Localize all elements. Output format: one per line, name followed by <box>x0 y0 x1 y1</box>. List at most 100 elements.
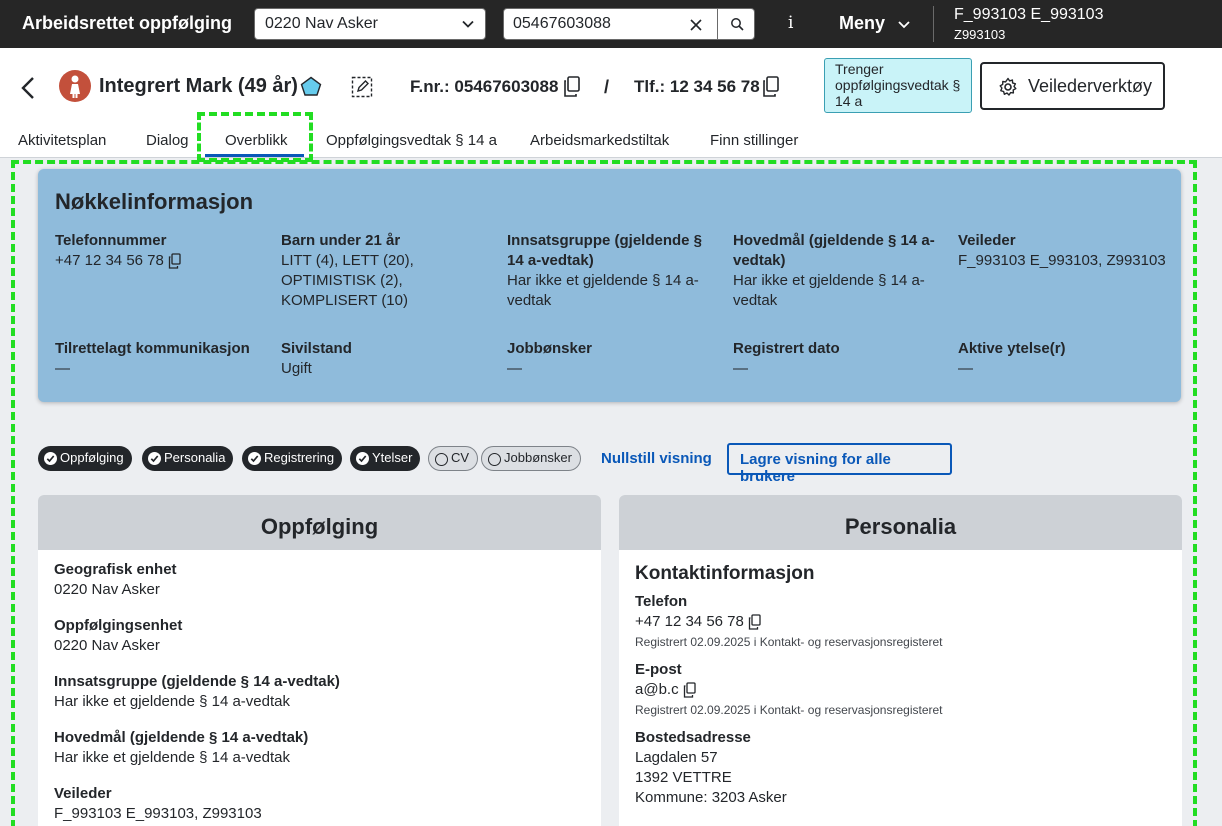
check-icon <box>44 452 57 465</box>
field-value: Har ikke et gjeldende § 14 a-vedtak <box>54 693 290 710</box>
unchecked-circle-icon <box>435 453 448 466</box>
info-tilrettelagt-kommunikasjon: Tilrettelagt kommunikasjon — <box>55 339 265 379</box>
edit-icon[interactable] <box>350 75 374 99</box>
tab-oppfolgingsvedtak[interactable]: Oppfølgingsvedtak § 14 a <box>326 132 497 149</box>
field-bostedsadresse: Bostedsadresse Lagdalen 57 1392 VETTRE K… <box>635 728 1166 808</box>
info-value: — <box>55 360 70 377</box>
info-value: LITT (4), LETT (20), OPTIMISTISK (2), KO… <box>281 252 414 309</box>
vedtak-status-badge: Trenger oppfølgingsvedtak § 14 a <box>824 58 972 113</box>
tab-focus-highlight <box>197 112 313 162</box>
field-label: Hovedmål (gjeldende § 14 a-vedtak) <box>54 729 309 746</box>
info-label: Telefonnummer <box>55 232 167 249</box>
field-innsatsgruppe: Innsatsgruppe (gjeldende § 14 a-vedtak) … <box>54 672 585 712</box>
check-icon <box>356 452 369 465</box>
nullstill-visning-button[interactable]: Nullstill visning <box>601 450 712 467</box>
meny-button[interactable]: Meny <box>839 13 910 34</box>
separator: / <box>604 77 610 97</box>
tab-aktivitetsplan[interactable]: Aktivitetsplan <box>18 132 106 149</box>
search-field <box>503 8 755 40</box>
info-label: Tilrettelagt kommunikasjon <box>55 340 250 357</box>
field-value: 0220 Nav Asker <box>54 581 160 598</box>
unchecked-circle-icon <box>488 453 501 466</box>
panel-body: Kontaktinformasjon Telefon +47 12 34 56 … <box>619 550 1182 826</box>
panel-body: Geografisk enhet 0220 Nav Asker Oppfølgi… <box>38 550 601 826</box>
kontaktinformasjon-heading: Kontaktinformasjon <box>635 563 815 584</box>
oppfolging-panel: Oppfølging Geografisk enhet 0220 Nav Ask… <box>38 495 601 826</box>
chevron-down-icon <box>462 20 474 28</box>
info-label: Hovedmål (gjeldende § 14 a-vedtak) <box>733 232 935 269</box>
personalia-panel: Personalia Kontaktinformasjon Telefon +4… <box>619 495 1182 826</box>
back-arrow-icon[interactable] <box>18 76 38 100</box>
info-hovedmal: Hovedmål (gjeldende § 14 a-vedtak) Har i… <box>733 231 943 311</box>
nokkelinformasjon-title: Nøkkelinformasjon <box>55 189 254 214</box>
info-value: Har ikke et gjeldende § 14 a-vedtak <box>507 272 699 309</box>
panel-title: Personalia <box>619 495 1182 550</box>
field-note: Registrert 02.09.2025 i Kontakt- og rese… <box>635 703 943 717</box>
top-bar: Arbeidsrettet oppfølging 0220 Nav Asker … <box>0 0 1222 48</box>
info-button[interactable]: i <box>788 13 793 33</box>
nokkelinformasjon-card: Nøkkelinformasjon Telefonnummer +47 12 3… <box>38 169 1181 402</box>
check-icon <box>148 452 161 465</box>
lagre-visning-button[interactable]: Lagre visning for alle brukere <box>727 443 952 485</box>
enhet-select-value: 0220 Nav Asker <box>265 15 378 32</box>
info-value: — <box>733 360 748 377</box>
chip-label: Jobbønsker <box>504 450 572 465</box>
info-label: Jobbønsker <box>507 340 593 357</box>
field-value: F_993103 E_993103, Z993103 <box>54 805 262 822</box>
field-label: E-post <box>635 661 682 678</box>
chip-cv[interactable]: CV <box>428 446 479 471</box>
field-telefon: Telefon +47 12 34 56 78 Registrert 02.09… <box>635 592 1166 652</box>
telefonnummer: Tlf.: 12 34 56 78 <box>634 77 760 96</box>
field-value-row: +47 12 34 56 78 <box>635 612 1166 632</box>
chip-ytelser[interactable]: Ytelser <box>350 446 421 471</box>
field-label: Oppfølgingsenhet <box>54 617 183 634</box>
tab-arbeidsmarkedstiltak[interactable]: Arbeidsmarkedstiltak <box>530 132 669 149</box>
field-geografisk-enhet: Geografisk enhet 0220 Nav Asker <box>54 560 585 600</box>
chip-personalia[interactable]: Personalia <box>142 446 234 471</box>
field-label: Bostedsadresse <box>635 729 751 746</box>
field-value: a@b.c <box>635 681 679 698</box>
info-label: Aktive ytelse(r) <box>958 340 1066 357</box>
chip-label: Personalia <box>164 450 226 465</box>
field-value: Har ikke et gjeldende § 14 a-vedtak <box>54 749 290 766</box>
user-name: F_993103 E_993103 <box>954 6 1104 23</box>
address-line: 1392 VETTRE <box>635 769 732 786</box>
field-value-row: a@b.c <box>635 680 1166 700</box>
copy-icon[interactable] <box>683 682 697 698</box>
info-value: +47 12 34 56 78 <box>55 252 164 269</box>
veilederverktoy-label: Veilederverktøy <box>1028 76 1153 96</box>
search-icon <box>731 18 744 31</box>
field-value: 0220 Nav Asker <box>54 637 160 654</box>
chip-jobbonsker[interactable]: Jobbønsker <box>481 446 581 471</box>
panel-title: Oppfølging <box>38 495 601 550</box>
info-telefonnummer: Telefonnummer +47 12 34 56 78 <box>55 231 265 271</box>
tab-dialog[interactable]: Dialog <box>146 132 189 149</box>
search-button[interactable] <box>717 9 755 39</box>
copy-icon[interactable] <box>748 614 762 630</box>
info-sivilstand: Sivilstand Ugift <box>281 339 491 379</box>
search-input[interactable] <box>504 9 689 39</box>
chip-label: CV <box>451 450 470 465</box>
enhet-select[interactable]: 0220 Nav Asker <box>254 8 486 40</box>
info-label: Sivilstand <box>281 340 352 357</box>
info-value: F_993103 E_993103, Z993103 <box>958 252 1166 269</box>
copy-icon[interactable] <box>563 76 581 98</box>
info-registrert-dato: Registrert dato — <box>733 339 943 379</box>
info-jobbonsker: Jobbønsker — <box>507 339 717 379</box>
tab-finn-stillinger[interactable]: Finn stillinger <box>710 132 798 149</box>
person-icon <box>70 75 80 98</box>
close-icon[interactable] <box>686 15 706 35</box>
pentagon-icon <box>300 76 322 96</box>
veilederverktoy-button[interactable]: Veilederverktøy <box>980 62 1165 110</box>
chip-registrering[interactable]: Registrering <box>242 446 343 471</box>
app-title[interactable]: Arbeidsrettet oppfølging <box>22 13 232 34</box>
copy-icon[interactable] <box>168 253 182 269</box>
chip-oppfolging[interactable]: Oppfølging <box>38 446 132 471</box>
copy-icon[interactable] <box>762 76 780 98</box>
field-value: +47 12 34 56 78 <box>635 613 744 630</box>
user-ident: Z993103 <box>954 27 1006 42</box>
info-value: Har ikke et gjeldende § 14 a-vedtak <box>733 272 925 309</box>
field-label: Innsatsgruppe (gjeldende § 14 a-vedtak) <box>54 673 340 690</box>
info-label: Barn under 21 år <box>281 232 401 249</box>
info-aktive-ytelser: Aktive ytelse(r) — <box>958 339 1168 379</box>
